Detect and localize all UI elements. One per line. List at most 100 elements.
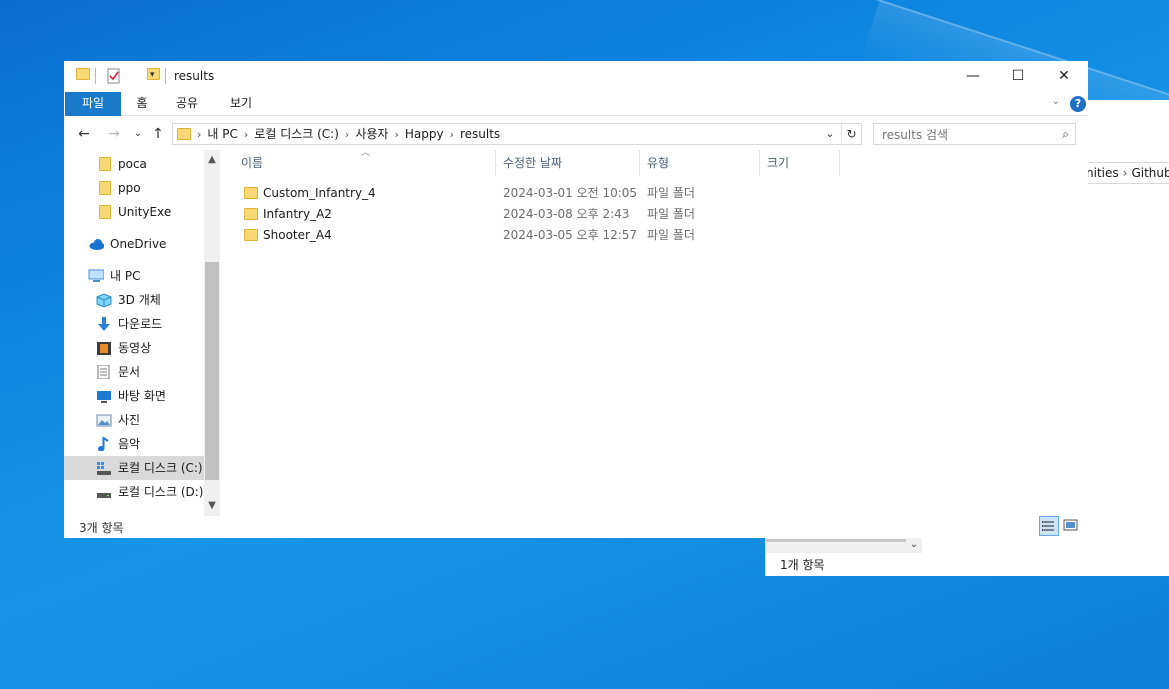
table-row[interactable]: Infantry_A2 2024-03-08 오후 2:43 파일 폴더 (234, 204, 695, 225)
folder-icon (177, 128, 191, 140)
nav-item-poca[interactable]: poca (64, 152, 206, 176)
nav-item-label: 바탕 화면 (118, 389, 166, 403)
address-history-chevron-icon[interactable]: ⌄ (821, 124, 839, 144)
nav-item-local-disk-c[interactable]: 로컬 디스크 (C:) (64, 456, 206, 480)
column-header-name[interactable]: 이름 (234, 150, 496, 176)
navigation-pane[interactable]: poca ppo UnityExe OneDrive 내 PC 3D 개체 다운… (64, 150, 220, 516)
tab-file[interactable]: 파일 (65, 92, 121, 116)
nav-item-label: OneDrive (110, 237, 167, 251)
file-modified: 2024-03-05 오후 12:57 (503, 228, 638, 242)
title-bar[interactable]: ▾ results — ☐ ✕ (64, 61, 1088, 91)
divider (95, 68, 96, 84)
properties-icon[interactable] (106, 68, 122, 84)
chevron-right-icon[interactable]: › (388, 128, 404, 141)
chevron-down-icon[interactable]: ⌄ (906, 537, 922, 553)
drive-icon (97, 493, 111, 498)
folder-icon (99, 157, 111, 171)
nav-item-desktop[interactable]: 바탕 화면 (64, 384, 206, 408)
nav-item-label: 내 PC (110, 269, 141, 283)
folder-icon (244, 208, 258, 220)
details-view-icon (1042, 521, 1054, 531)
scroll-up-icon[interactable]: ▲ (204, 152, 220, 168)
breadcrumb-item[interactable]: 로컬 디스크 (C:) (254, 127, 339, 141)
ribbon-tabs: 파일 홈 공유 보기 (64, 92, 1088, 116)
search-box[interactable]: ⌕ (873, 123, 1076, 145)
drive-c-icon (97, 462, 111, 475)
chevron-right-icon[interactable]: › (339, 128, 355, 141)
tab-share[interactable]: 공유 (170, 92, 204, 116)
customize-quick-access-icon[interactable]: ▾ (150, 70, 155, 86)
pc-icon (88, 269, 104, 282)
nav-item-music[interactable]: 음악 (64, 432, 206, 456)
large-icons-view-button[interactable] (1062, 516, 1082, 536)
background-status-text: 1개 항목 (780, 558, 825, 572)
nav-item-label: 로컬 디스크 (C:) (118, 461, 203, 475)
nav-item-pictures[interactable]: 사진 (64, 408, 206, 432)
nav-item-label: 문서 (118, 365, 141, 379)
forward-arrow-icon[interactable]: → (104, 124, 124, 144)
background-address-bar[interactable]: nities › Github (1086, 162, 1169, 184)
breadcrumb-item[interactable]: 사용자 (355, 127, 388, 141)
nav-item-onedrive[interactable]: OneDrive (64, 232, 206, 256)
search-icon[interactable]: ⌕ (1062, 127, 1069, 142)
column-header-type[interactable]: 유형 (640, 150, 760, 176)
nav-item-label: 동영상 (118, 341, 152, 355)
nav-item-downloads[interactable]: 다운로드 (64, 312, 206, 336)
video-icon (97, 342, 111, 355)
nav-item-this-pc[interactable]: 내 PC (64, 264, 206, 288)
up-arrow-icon[interactable]: ↑ (148, 124, 168, 144)
background-horizontal-scrollbar[interactable]: ⌄ (766, 537, 922, 553)
background-crumb[interactable]: Github (1131, 166, 1169, 180)
nav-item-label: UnityExe (118, 205, 172, 219)
column-header-size[interactable]: 크기 (760, 150, 840, 176)
breadcrumb: › 내 PC › 로컬 디스크 (C:) › 사용자 › Happy › results (177, 126, 500, 143)
scrollbar-thumb[interactable] (766, 539, 906, 542)
chevron-right-icon[interactable]: › (238, 128, 254, 141)
file-list[interactable]: ︿ 이름 수정한 날짜 유형 크기 Custom_Infantry_4 2024… (234, 148, 1084, 516)
nav-item-videos[interactable]: 동영상 (64, 336, 206, 360)
chevron-right-icon[interactable]: › (444, 128, 460, 141)
nav-item-documents[interactable]: 문서 (64, 360, 206, 384)
table-row[interactable]: Custom_Infantry_4 2024-03-01 오전 10:05 파일… (234, 183, 695, 204)
file-type: 파일 폴더 (647, 186, 695, 200)
music-icon (98, 437, 109, 451)
file-modified: 2024-03-08 오후 2:43 (503, 207, 630, 221)
search-input[interactable] (882, 127, 1052, 142)
background-crumb[interactable]: nities (1086, 166, 1119, 180)
address-bar[interactable]: › 내 PC › 로컬 디스크 (C:) › 사용자 › Happy › results ⌄ ↻ (172, 123, 862, 145)
nav-item-unityexe[interactable]: UnityExe (64, 200, 206, 224)
help-button[interactable]: ? (1070, 96, 1086, 112)
chevron-right-icon: › (1122, 166, 1128, 180)
back-arrow-icon[interactable]: ← (74, 124, 94, 144)
nav-item-ppo[interactable]: ppo (64, 176, 206, 200)
folder-icon (244, 229, 258, 241)
breadcrumb-item[interactable]: results (460, 127, 500, 141)
navigation-scrollbar[interactable]: ▲ ▼ (204, 150, 220, 516)
table-row[interactable]: Shooter_A4 2024-03-05 오후 12:57 파일 폴더 (234, 225, 695, 246)
chevron-right-icon[interactable]: › (191, 128, 207, 141)
scrollbar-thumb[interactable] (205, 262, 219, 480)
maximize-button[interactable]: ☐ (995, 61, 1041, 91)
file-name: Custom_Infantry_4 (263, 186, 376, 200)
nav-item-3d-objects[interactable]: 3D 개체 (64, 288, 206, 312)
folder-icon (244, 187, 258, 199)
desktop-icon (97, 391, 111, 403)
column-header-modified[interactable]: 수정한 날짜 (496, 150, 640, 176)
cloud-icon (89, 239, 104, 250)
breadcrumb-item[interactable]: Happy (405, 127, 444, 141)
breadcrumb-item[interactable]: 내 PC (207, 127, 237, 141)
large-icons-view-icon (1063, 519, 1078, 531)
tab-home[interactable]: 홈 (130, 92, 154, 116)
refresh-icon[interactable]: ↻ (841, 124, 861, 144)
nav-item-local-disk-d[interactable]: 로컬 디스크 (D:) (64, 480, 206, 504)
nav-item-label: ppo (118, 181, 141, 195)
tab-view[interactable]: 보기 (224, 92, 258, 116)
scroll-down-icon[interactable]: ▼ (204, 498, 220, 514)
expand-ribbon-chevron-icon[interactable]: ⌄ (1052, 96, 1060, 107)
folder-icon (76, 68, 90, 80)
recent-locations-chevron-icon[interactable]: ⌄ (128, 124, 148, 144)
details-view-button[interactable] (1039, 516, 1059, 536)
document-icon (97, 365, 110, 379)
close-button[interactable]: ✕ (1041, 61, 1087, 91)
minimize-button[interactable]: — (950, 61, 996, 91)
